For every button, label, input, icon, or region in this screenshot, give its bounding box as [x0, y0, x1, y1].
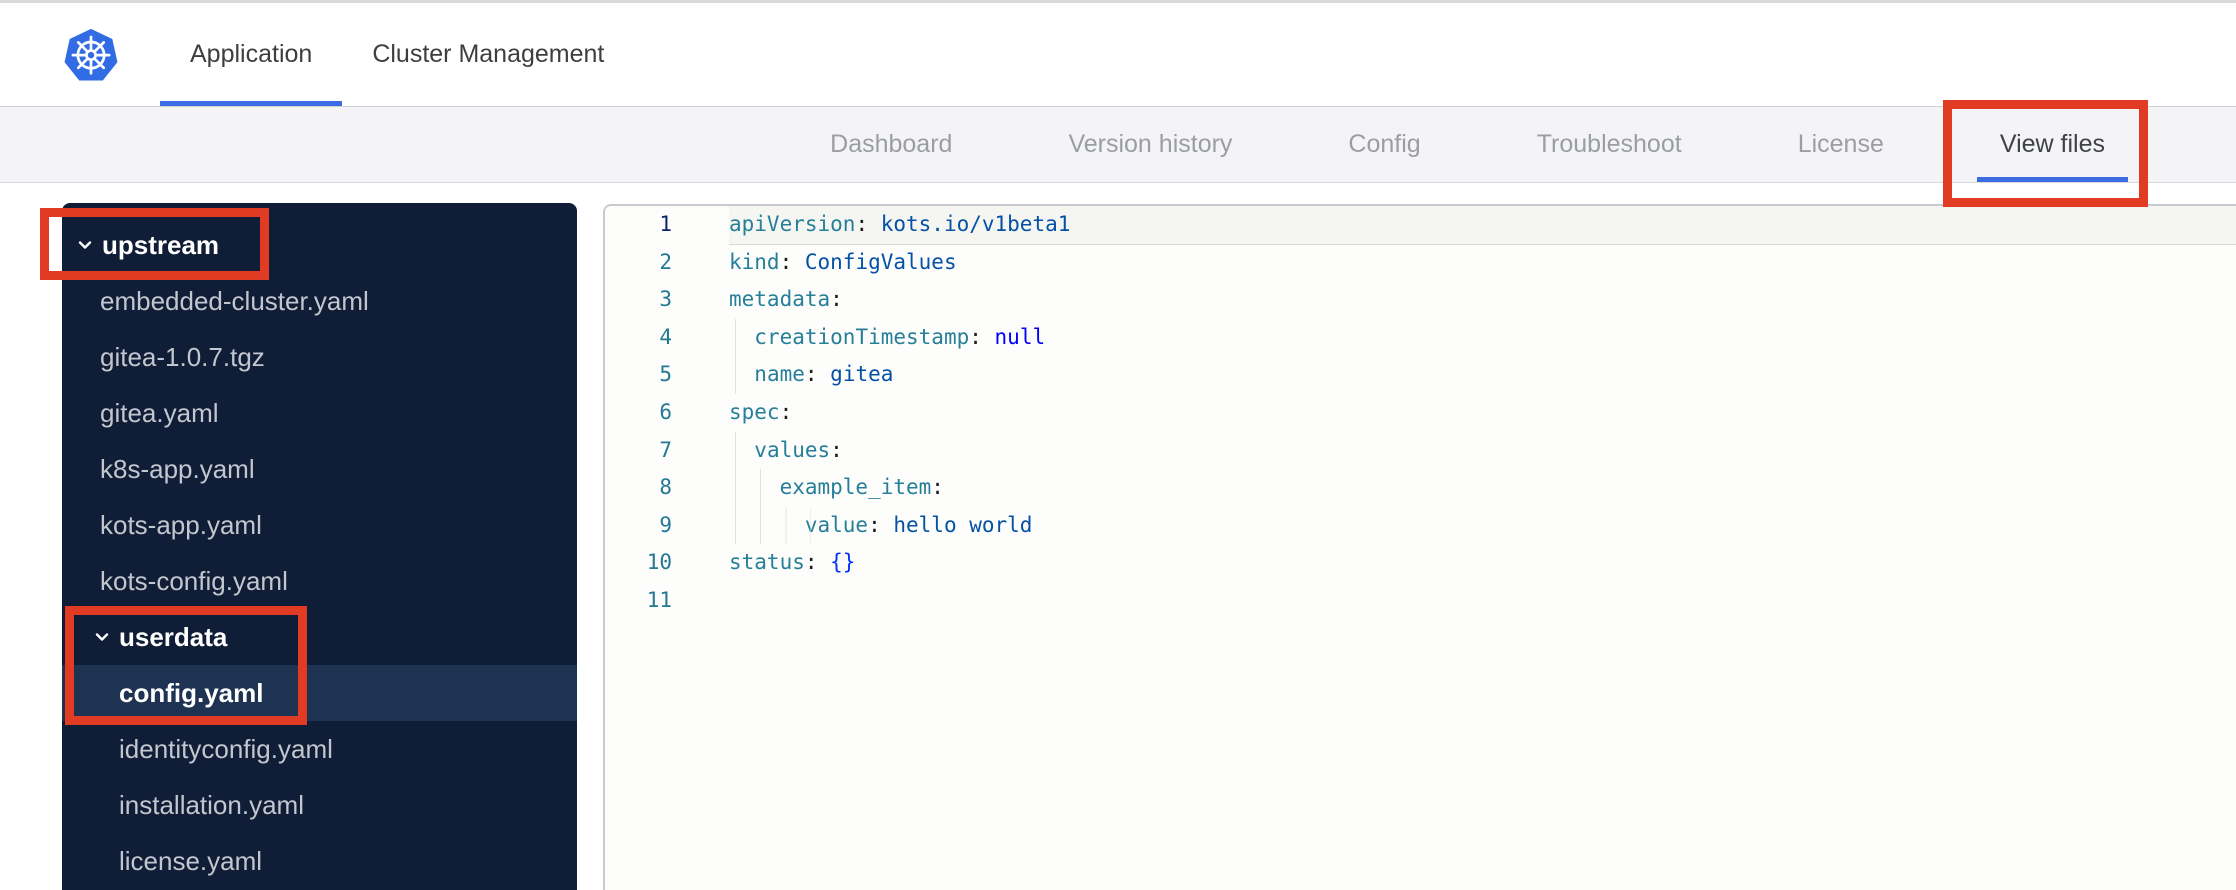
- code-line-2: 2 kind: ConfigValues: [605, 244, 2236, 282]
- tree-item-label: kots-config.yaml: [100, 565, 288, 596]
- kubernetes-logo-icon: [64, 28, 118, 81]
- line-number: 11: [646, 587, 672, 612]
- tree-item-label: embedded-cluster.yaml: [100, 285, 369, 316]
- tree-item-label: identityconfig.yaml: [119, 733, 333, 764]
- code-line-4: 4 creationTimestamp: null: [605, 318, 2236, 357]
- tab-view-files[interactable]: View files: [1977, 107, 2128, 182]
- code-line-10: 10 status: {}: [605, 544, 2236, 582]
- tree-file-gitea-1-0-7-tgz[interactable]: gitea-1.0.7.tgz: [62, 329, 577, 385]
- code-editor[interactable]: 1 apiVersion: kots.io/v1beta1 2 kind: Confi…: [603, 204, 2236, 890]
- chevron-down-icon[interactable]: [92, 627, 112, 647]
- header-tabs: Application Cluster Management: [160, 3, 634, 106]
- tab-version-history[interactable]: Version history: [1045, 107, 1255, 182]
- tree-file-kots-config-yaml[interactable]: kots-config.yaml: [62, 553, 577, 609]
- tree-file-k8s-app-yaml[interactable]: k8s-app.yaml: [62, 441, 577, 497]
- line-number: 3: [659, 287, 672, 312]
- tree-file-embedded-cluster-yaml[interactable]: embedded-cluster.yaml: [62, 273, 577, 329]
- tab-config-label: Config: [1348, 130, 1421, 158]
- tree-item-label: license.yaml: [119, 845, 263, 876]
- code-text: apiVersion: kots.io/v1beta1: [729, 206, 2236, 244]
- code-line-6: 6 spec:: [605, 394, 2236, 432]
- code-text: creationTimestamp: null: [729, 318, 2236, 357]
- tree-folder-upstream[interactable]: upstream: [62, 217, 577, 273]
- tree-item-label: installation.yaml: [119, 789, 304, 820]
- tab-troubleshoot[interactable]: Troubleshoot: [1514, 107, 1705, 182]
- indent-guides: [735, 431, 761, 470]
- line-number: 4: [659, 324, 672, 349]
- indent-guides: [735, 469, 786, 507]
- tab-config[interactable]: Config: [1325, 107, 1443, 182]
- code-line-5: 5 name: gitea: [605, 356, 2236, 394]
- indent-guides: [735, 506, 811, 545]
- code-text: metadata:: [729, 287, 843, 312]
- code-line-11: 11: [605, 582, 2236, 620]
- code-text: status: {}: [729, 550, 856, 575]
- code-text: kind: ConfigValues: [729, 249, 957, 274]
- tree-item-label: userdata: [119, 621, 228, 652]
- tree-file-installation-yaml[interactable]: installation.yaml: [62, 777, 577, 833]
- app-nav: Dashboard Version history Config Trouble…: [0, 107, 2236, 183]
- line-number: 6: [659, 399, 672, 424]
- tree-folder-userdata[interactable]: userdata: [62, 609, 577, 665]
- tree-item-label: kots-app.yaml: [100, 509, 262, 540]
- tab-view-files-label: View files: [1999, 130, 2105, 158]
- tree-item-label: k8s-app.yaml: [100, 453, 255, 484]
- code-line-1: 1 apiVersion: kots.io/v1beta1: [605, 206, 2236, 244]
- file-tree-sidebar: upstream embedded-cluster.yaml gitea-1.0.7…: [62, 203, 577, 890]
- tab-cluster-management-label: Cluster Management: [372, 40, 605, 68]
- code-text: spec:: [729, 399, 793, 424]
- tree-item-label: gitea-1.0.7.tgz: [100, 341, 265, 372]
- tree-item-label: upstream: [102, 229, 220, 260]
- tab-cluster-management[interactable]: Cluster Management: [342, 3, 634, 106]
- tree-item-label: gitea.yaml: [100, 397, 219, 428]
- line-number: 7: [659, 437, 672, 462]
- tab-license-label: License: [1797, 130, 1884, 158]
- tree-file-kots-app-yaml[interactable]: kots-app.yaml: [62, 497, 577, 553]
- code-line-9: 9 value: hello world: [605, 506, 2236, 545]
- line-number: 9: [659, 512, 672, 537]
- tab-application[interactable]: Application: [160, 3, 342, 106]
- tab-dashboard[interactable]: Dashboard: [807, 107, 975, 182]
- tree-item-label: config.yaml: [119, 677, 264, 708]
- tree-file-config-yaml[interactable]: config.yaml: [62, 665, 577, 721]
- code-text: values:: [729, 431, 2236, 470]
- app-header: Application Cluster Management: [0, 3, 2236, 107]
- line-number: 1: [659, 212, 672, 236]
- line-number: 5: [659, 362, 672, 387]
- chevron-down-icon[interactable]: [75, 235, 95, 255]
- code-line-8: 8 example_item:: [605, 469, 2236, 507]
- code-line-3: 3 metadata:: [605, 281, 2236, 319]
- tree-file-gitea-yaml[interactable]: gitea.yaml: [62, 385, 577, 441]
- code-text: value: hello world: [729, 506, 2236, 545]
- tab-license[interactable]: License: [1775, 107, 1907, 182]
- tab-application-label: Application: [190, 40, 313, 68]
- tree-file-identityconfig-yaml[interactable]: identityconfig.yaml: [62, 721, 577, 777]
- tree-file-license-yaml[interactable]: license.yaml: [62, 833, 577, 889]
- code-text: name: gitea: [729, 356, 2236, 394]
- code-line-7: 7 values:: [605, 431, 2236, 470]
- kots-admin-console: Application Cluster Management Dashboard…: [0, 0, 2236, 890]
- line-number: 8: [659, 475, 672, 500]
- line-number: 10: [646, 550, 672, 575]
- file-tree: upstream embedded-cluster.yaml gitea-1.0.7…: [62, 203, 577, 889]
- code-text: example_item:: [729, 469, 2236, 507]
- tab-troubleshoot-label: Troubleshoot: [1536, 130, 1682, 158]
- code-lines: 1 apiVersion: kots.io/v1beta1 2 kind: Confi…: [605, 206, 2236, 620]
- indent-guides: [735, 356, 761, 394]
- indent-guides: [735, 318, 761, 357]
- tab-version-history-label: Version history: [1068, 130, 1233, 158]
- line-number: 2: [659, 249, 672, 274]
- tab-dashboard-label: Dashboard: [830, 130, 953, 158]
